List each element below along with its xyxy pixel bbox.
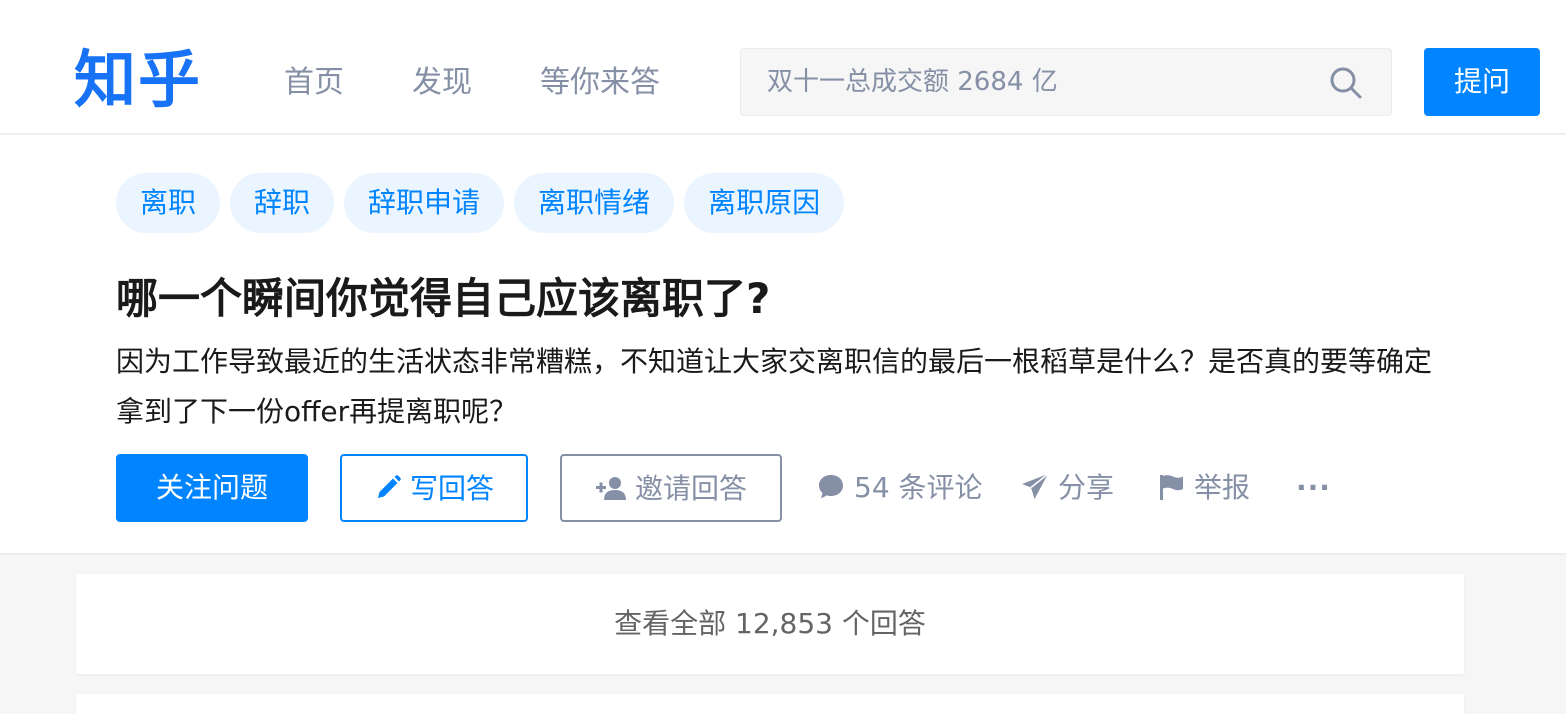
report-label: 举报 xyxy=(1194,471,1251,504)
paper-plane-icon xyxy=(1022,473,1049,499)
question-title: 哪一个瞬间你觉得自己应该离职了? xyxy=(116,274,771,323)
follow-question-label: 关注问题 xyxy=(155,471,268,504)
nav-home[interactable]: 首页 xyxy=(284,62,344,104)
comments-button[interactable]: 54 条评论 xyxy=(816,454,983,522)
follow-question-button[interactable]: 关注问题 xyxy=(116,454,308,522)
search-input[interactable] xyxy=(765,49,1325,115)
ask-question-button[interactable]: 提问 xyxy=(1424,48,1540,116)
add-user-icon xyxy=(595,477,626,500)
write-answer-button[interactable]: 写回答 xyxy=(340,454,528,522)
top-header: 知乎 首页 发现 等你来答 提问 xyxy=(0,0,1566,134)
invite-answer-label: 邀请回答 xyxy=(634,472,747,505)
comment-icon xyxy=(819,475,843,499)
nav-waiting-answers[interactable]: 等你来答 xyxy=(540,62,660,104)
topic-tag[interactable]: 离职原因 xyxy=(684,173,845,233)
zhihu-logo[interactable]: 知乎 xyxy=(74,44,202,116)
pencil-icon xyxy=(377,475,401,498)
topic-tags: 离职 辞职 辞职申请 离职情绪 离职原因 xyxy=(116,173,845,233)
topic-tag[interactable]: 离职 xyxy=(116,173,221,233)
topic-tag[interactable]: 辞职 xyxy=(230,173,335,233)
question-card: 离职 辞职 辞职申请 离职情绪 离职原因 哪一个瞬间你觉得自己应该离职了? 因为… xyxy=(0,135,1566,553)
view-all-answers-button[interactable]: 查看全部 12,853 个回答 xyxy=(76,574,1464,674)
question-actions: 关注问题 写回答 邀请回答 54 条评论 分享 举报 ··· xyxy=(116,454,1456,522)
question-detail: 因为工作导致最近的生活状态非常糟糕，不知道让大家交离职信的最后一根稻草是什么？是… xyxy=(116,345,1433,428)
topic-tag[interactable]: 辞职申请 xyxy=(344,173,505,233)
write-answer-label: 写回答 xyxy=(409,472,494,505)
invite-answer-button[interactable]: 邀请回答 xyxy=(560,454,782,522)
nav-discover[interactable]: 发现 xyxy=(412,62,472,104)
search-box xyxy=(740,48,1392,116)
share-button[interactable]: 分享 xyxy=(1020,454,1114,522)
more-options-icon[interactable]: ··· xyxy=(1296,454,1331,522)
flag-icon xyxy=(1160,475,1183,500)
search-icon[interactable] xyxy=(1329,66,1363,100)
share-label: 分享 xyxy=(1058,471,1115,504)
report-button[interactable]: 举报 xyxy=(1156,454,1250,522)
comments-count: 54 条评论 xyxy=(854,471,983,504)
topic-tag[interactable]: 离职情绪 xyxy=(514,173,675,233)
answer-card xyxy=(76,694,1464,714)
